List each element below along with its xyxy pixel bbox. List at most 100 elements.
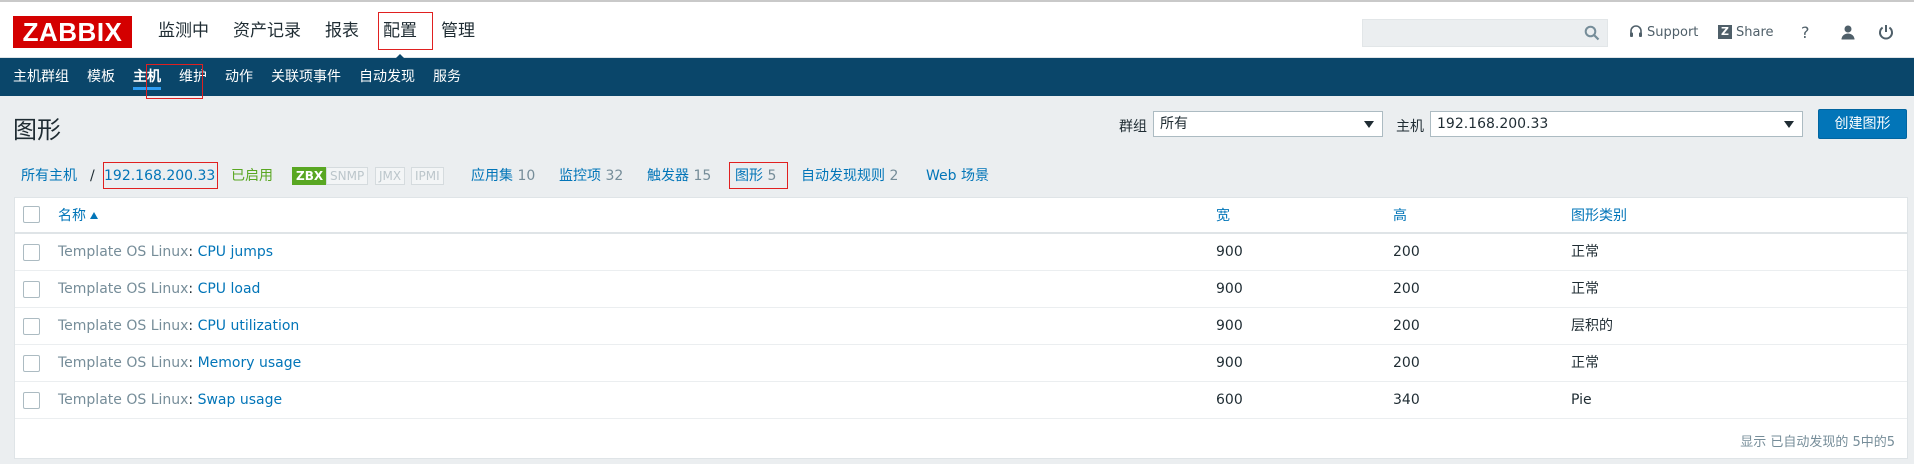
- template-link[interactable]: Template OS Linux: [58, 318, 188, 334]
- table-row: Template OS Linux: CPU utilization 900 2…: [15, 308, 1907, 345]
- table-row: Template OS Linux: Swap usage 600 340 Pi…: [15, 382, 1907, 419]
- graph-height-cell: 200: [1393, 355, 1420, 371]
- create-graph-button[interactable]: 创建图形: [1818, 109, 1907, 139]
- hostnav-graphs[interactable]: 图形 5: [735, 166, 776, 186]
- table-footer-count: 显示 已自动发现的 5中的5: [1740, 435, 1895, 450]
- graph-name-cell: Template OS Linux: CPU utilization: [58, 318, 300, 334]
- jmx-availability-badge: JMX: [375, 167, 406, 185]
- page-title: 图形: [13, 116, 61, 144]
- support-link[interactable]: Support: [1629, 20, 1698, 44]
- graph-name-link[interactable]: CPU jumps: [198, 244, 274, 260]
- chevron-down-icon: [1784, 121, 1794, 128]
- graph-type-cell: Pie: [1571, 392, 1592, 408]
- main-menu: 监测中 资产记录 报表 配置 管理: [146, 2, 487, 61]
- graph-name-link[interactable]: Swap usage: [198, 392, 283, 408]
- zabbix-logo[interactable]: ZABBIX: [13, 16, 132, 48]
- group-filter-label: 群组: [1119, 119, 1147, 135]
- graph-name-cell: Template OS Linux: CPU load: [58, 281, 261, 297]
- hostnav-applications[interactable]: 应用集 10: [471, 166, 535, 186]
- breadcrumb-all-hosts[interactable]: 所有主机: [21, 166, 77, 186]
- graph-type-cell: 正常: [1571, 281, 1599, 297]
- submenu-templates[interactable]: 模板: [78, 58, 124, 96]
- hostnav-web-scenarios[interactable]: Web 场景: [926, 166, 989, 186]
- host-select[interactable]: 192.168.200.33: [1430, 111, 1803, 137]
- table-row: Template OS Linux: Memory usage 900 200 …: [15, 345, 1907, 382]
- menu-administration[interactable]: 管理: [429, 2, 487, 60]
- graph-name-cell: Template OS Linux: Memory usage: [58, 355, 302, 371]
- hostnav-items[interactable]: 监控项 32: [559, 166, 623, 186]
- power-icon[interactable]: [1878, 20, 1894, 44]
- submenu-hosts[interactable]: 主机: [124, 58, 170, 96]
- graph-height-cell: 200: [1393, 244, 1420, 260]
- graph-width-cell: 900: [1216, 244, 1243, 260]
- user-profile-icon[interactable]: [1840, 20, 1856, 44]
- column-width-header[interactable]: 宽: [1216, 198, 1230, 234]
- zbx-availability-badge: ZBX: [292, 167, 328, 185]
- sort-asc-icon: [90, 212, 98, 219]
- graph-width-cell: 900: [1216, 281, 1243, 297]
- top-header: ZABBIX 监测中 资产记录 报表 配置 管理 Support Z Share…: [0, 0, 1914, 61]
- graph-name-cell: Template OS Linux: Swap usage: [58, 392, 283, 408]
- menu-configuration[interactable]: 配置: [371, 2, 429, 61]
- graph-type-cell: 正常: [1571, 355, 1599, 371]
- column-height-header[interactable]: 高: [1393, 198, 1407, 234]
- graph-type-cell: 层积的: [1571, 318, 1613, 334]
- graph-height-cell: 200: [1393, 318, 1420, 334]
- submenu-host-groups[interactable]: 主机群组: [4, 58, 78, 96]
- template-link[interactable]: Template OS Linux: [58, 355, 188, 371]
- row-checkbox[interactable]: [23, 318, 40, 335]
- breadcrumb-host[interactable]: 192.168.200.33: [104, 166, 215, 186]
- hostnav-triggers[interactable]: 触发器 15: [647, 166, 711, 186]
- headset-icon: [1630, 25, 1642, 37]
- share-icon: Z: [1718, 25, 1732, 39]
- graph-width-cell: 900: [1216, 355, 1243, 371]
- graph-height-cell: 340: [1393, 392, 1420, 408]
- graph-height-cell: 200: [1393, 281, 1420, 297]
- submenu-event-correlation[interactable]: 关联项事件: [262, 58, 350, 96]
- chevron-down-icon: [1364, 121, 1374, 128]
- share-link[interactable]: Z Share: [1718, 20, 1774, 44]
- snmp-availability-badge: SNMP: [326, 167, 369, 185]
- table-row: Template OS Linux: CPU jumps 900 200 正常: [15, 234, 1907, 271]
- template-link[interactable]: Template OS Linux: [58, 281, 188, 297]
- graph-name-link[interactable]: CPU load: [198, 281, 261, 297]
- menu-monitoring[interactable]: 监测中: [146, 2, 221, 60]
- sub-menu: 主机群组 模板 主机 维护 动作 关联项事件 自动发现 服务: [0, 58, 1914, 96]
- host-status[interactable]: 已启用: [231, 166, 273, 186]
- graph-name-link[interactable]: CPU utilization: [198, 318, 300, 334]
- graphs-table: 名称 宽 高 图形类别 Template OS Linux: CPU jumps…: [14, 197, 1908, 459]
- submenu-actions[interactable]: 动作: [216, 58, 262, 96]
- graph-name-cell: Template OS Linux: CPU jumps: [58, 244, 274, 260]
- graph-width-cell: 600: [1216, 392, 1243, 408]
- template-link[interactable]: Template OS Linux: [58, 244, 188, 260]
- host-filter-label: 主机: [1396, 119, 1424, 135]
- graph-type-cell: 正常: [1571, 244, 1599, 260]
- column-name-header[interactable]: 名称: [58, 198, 98, 234]
- menu-inventory[interactable]: 资产记录: [221, 2, 313, 60]
- ipmi-availability-badge: IPMI: [411, 167, 444, 185]
- menu-reports[interactable]: 报表: [313, 2, 371, 60]
- table-row: Template OS Linux: CPU load 900 200 正常: [15, 271, 1907, 308]
- breadcrumb-separator: /: [90, 168, 95, 184]
- submenu-services[interactable]: 服务: [424, 58, 470, 96]
- submenu-discovery[interactable]: 自动发现: [350, 58, 424, 96]
- search-input[interactable]: [1362, 19, 1608, 47]
- submenu-maintenance[interactable]: 维护: [170, 58, 216, 96]
- support-label: Support: [1647, 24, 1699, 40]
- graph-name-link[interactable]: Memory usage: [198, 355, 302, 371]
- host-select-value: 192.168.200.33: [1437, 116, 1549, 132]
- search-icon[interactable]: [1584, 25, 1600, 41]
- column-graph-type-header[interactable]: 图形类别: [1571, 198, 1627, 234]
- row-checkbox[interactable]: [23, 281, 40, 298]
- select-all-checkbox[interactable]: [23, 206, 40, 223]
- table-header: 名称 宽 高 图形类别: [15, 198, 1907, 234]
- hostnav-discovery-rules[interactable]: 自动发现规则 2: [801, 166, 898, 186]
- row-checkbox[interactable]: [23, 355, 40, 372]
- help-icon[interactable]: ?: [1801, 20, 1810, 44]
- template-link[interactable]: Template OS Linux: [58, 392, 188, 408]
- row-checkbox[interactable]: [23, 392, 40, 409]
- graph-width-cell: 900: [1216, 318, 1243, 334]
- row-checkbox[interactable]: [23, 244, 40, 261]
- group-select-value: 所有: [1160, 116, 1188, 132]
- group-select[interactable]: 所有: [1153, 111, 1383, 137]
